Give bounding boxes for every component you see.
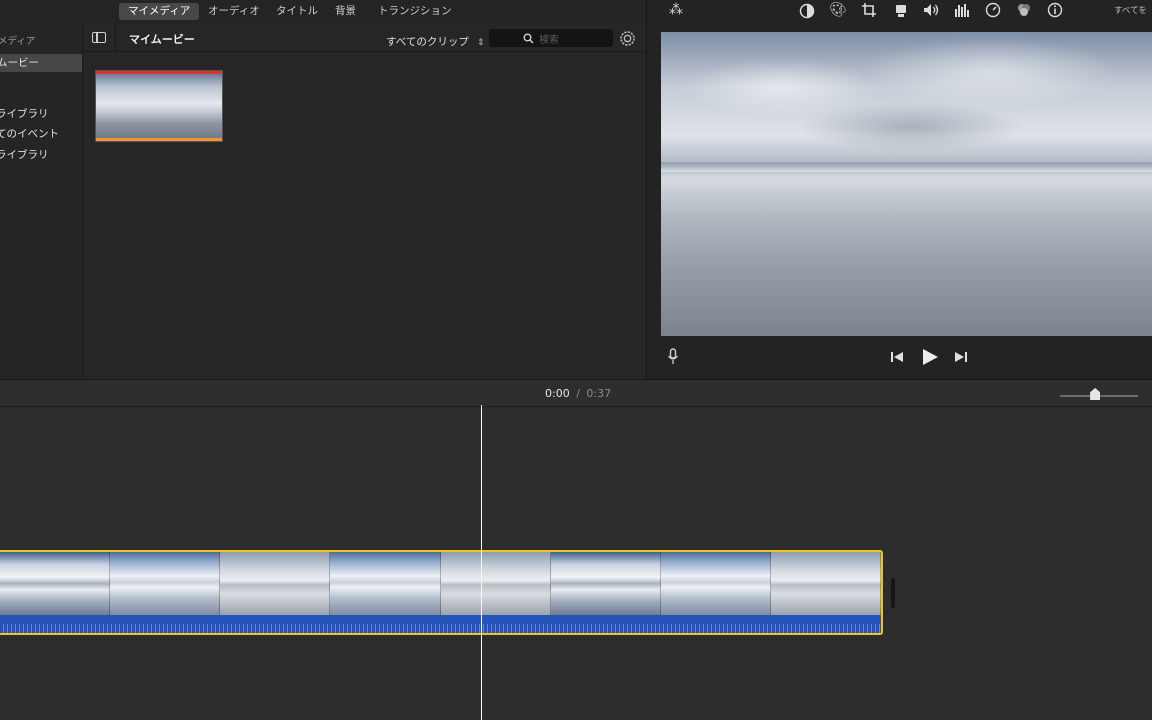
tab-my-media[interactable]: マイメディア xyxy=(119,3,200,20)
waveform-mask xyxy=(0,615,881,624)
browser-header: マイムービー すべてのクリップ ⇕ 検索 xyxy=(83,24,646,52)
search-placeholder: 検索 xyxy=(539,35,559,46)
skip-forward-icon[interactable] xyxy=(954,351,968,363)
speed-gauge-icon[interactable] xyxy=(985,2,1001,18)
microphone-icon[interactable] xyxy=(667,348,679,365)
sidebar-item-all-events[interactable]: てのイベント xyxy=(0,125,59,143)
gear-icon[interactable] xyxy=(619,30,636,47)
timecode-display: 0:00 / 0:37 xyxy=(545,387,611,400)
magic-wand-icon[interactable]: ⁂ xyxy=(669,2,683,18)
zoom-slider-knob[interactable] xyxy=(1090,388,1101,400)
filmstrip-frame xyxy=(770,552,881,615)
filmstrip-frame xyxy=(330,552,441,615)
tab-titles[interactable]: タイトル xyxy=(267,3,327,20)
clip-thumbnail[interactable] xyxy=(95,70,223,142)
playhead[interactable] xyxy=(481,405,482,720)
color-balance-icon[interactable] xyxy=(799,3,815,19)
filmstrip-frame xyxy=(110,552,221,615)
clip-audio-waveform xyxy=(0,615,881,633)
timeline xyxy=(0,407,1152,720)
vertical-divider xyxy=(115,24,116,52)
search-icon xyxy=(523,33,534,44)
timeline-clip[interactable] xyxy=(0,550,883,635)
filmstrip-frame xyxy=(220,552,331,615)
current-time: 0:00 xyxy=(545,387,570,400)
crop-icon[interactable] xyxy=(861,2,877,18)
browser-title: マイムービー xyxy=(129,33,195,46)
clip-filmstrip xyxy=(0,552,881,615)
preview-horizon xyxy=(661,162,1152,172)
sidebar-section-label: メディア xyxy=(0,36,36,47)
sidebar-item-movie[interactable]: ムービー xyxy=(0,54,82,72)
info-icon[interactable] xyxy=(1047,2,1063,18)
volume-icon[interactable] xyxy=(923,2,940,18)
total-duration: 0:37 xyxy=(586,387,612,400)
search-field[interactable]: 検索 xyxy=(489,29,613,47)
viewer-toolbar: ⁂ 🎨︎ すべてを xyxy=(646,0,1152,24)
filmstrip-frame xyxy=(440,552,551,615)
filmstrip-frame xyxy=(660,552,771,615)
tab-transitions[interactable]: トランジション xyxy=(369,3,461,20)
thumbnail-used-bar xyxy=(96,71,222,74)
toggle-sidebar-icon[interactable] xyxy=(92,32,106,43)
noise-reduction-icon[interactable] xyxy=(1016,2,1032,18)
equalizer-icon[interactable] xyxy=(954,2,970,18)
clip-filter-value: すべてのクリップ xyxy=(386,36,469,48)
media-tab-bar: マイメディア オーディオ タイトル 背景 トランジション xyxy=(0,0,646,24)
clip-filter-select[interactable]: すべてのクリップ ⇕ xyxy=(386,30,485,48)
time-separator: / xyxy=(576,387,580,400)
sidebar-item-photos-library[interactable]: ライブラリ xyxy=(0,146,49,164)
updown-chevron-icon: ⇕ xyxy=(476,38,485,48)
skip-back-icon[interactable] xyxy=(890,351,904,363)
reset-all-button[interactable]: すべてを xyxy=(1114,4,1147,16)
viewer xyxy=(646,24,1152,379)
thumbnail-audio-bar xyxy=(96,138,222,141)
color-palette-icon[interactable]: 🎨︎ xyxy=(829,2,847,18)
filmstrip-frame xyxy=(0,552,111,615)
media-browser xyxy=(83,52,646,379)
play-icon[interactable] xyxy=(921,348,939,366)
tab-audio[interactable]: オーディオ xyxy=(199,3,269,20)
sidebar-item-label: ムービー xyxy=(0,57,39,69)
libraries-sidebar: メディア ムービー ライブラリ てのイベント ライブラリ xyxy=(0,24,83,379)
clip-end-handle[interactable] xyxy=(891,578,895,608)
video-preview xyxy=(661,32,1152,336)
timeline-header: 0:00 / 0:37 xyxy=(0,379,1152,407)
sidebar-item-library[interactable]: ライブラリ xyxy=(0,105,49,123)
filmstrip-frame xyxy=(550,552,661,615)
tab-backgrounds[interactable]: 背景 xyxy=(326,3,365,20)
stabilization-camera-icon[interactable] xyxy=(893,2,909,18)
